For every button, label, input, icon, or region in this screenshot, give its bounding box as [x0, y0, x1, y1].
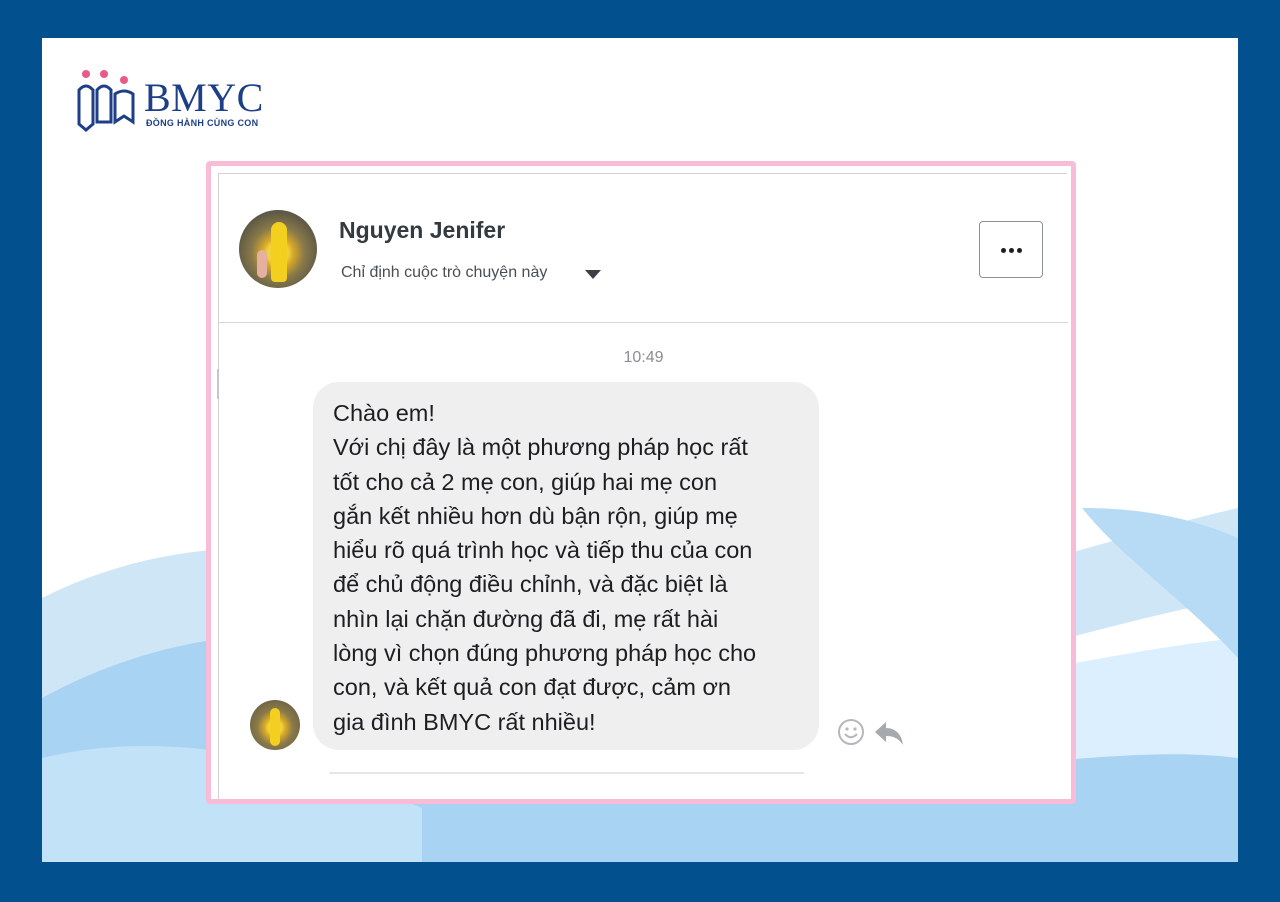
chat-screenshot-frame: Nguyen Jenifer Chỉ định cuộc trò chuyện … [206, 161, 1076, 804]
message-line: gắn kết nhiều hơn dù bận rộn, giúp mẹ [333, 502, 738, 529]
sender-avatar[interactable] [250, 700, 300, 750]
contact-name[interactable]: Nguyen Jenifer [339, 217, 505, 244]
more-options-button[interactable] [979, 221, 1043, 278]
message-line: Với chị đây là một phương pháp học rất [333, 434, 748, 461]
caret-down-icon[interactable] [585, 270, 601, 279]
assign-conversation-link[interactable]: Chỉ định cuộc trò chuyện này [341, 264, 547, 282]
smiley-react-icon[interactable] [837, 718, 865, 746]
next-message-edge [329, 772, 804, 774]
conversation-header: Nguyen Jenifer Chỉ định cuộc trò chuyện … [219, 174, 1068, 323]
message-line: để chủ động điều chỉnh, và đặc biệt là [333, 571, 728, 598]
chat-window: Nguyen Jenifer Chỉ định cuộc trò chuyện … [217, 173, 1068, 799]
contact-avatar[interactable] [239, 210, 317, 288]
message-line: tốt cho cả 2 mẹ con, giúp hai mẹ con [333, 468, 718, 495]
bmyc-logo: BMYC ĐỒNG HÀNH CÙNG CON [76, 68, 276, 138]
logo-wordmark: BMYC [144, 75, 264, 120]
message-timestamp: 10:49 [623, 349, 664, 366]
message-line: Chào em! [333, 400, 435, 426]
reply-arrow-icon[interactable] [874, 720, 904, 746]
message-line: lòng vì chọn đúng phương pháp học cho [333, 640, 757, 667]
message-bubble[interactable]: Chào em! Với chị đây là một phương pháp … [313, 382, 819, 750]
more-options-icon [1001, 248, 1006, 253]
message-line: nhìn lại chặn đường đã đi, mẹ rất hài [333, 605, 719, 632]
slide-canvas: BMYC ĐỒNG HÀNH CÙNG CON Nguyen Jenifer C… [42, 38, 1238, 862]
message-line: hiểu rõ quá trình học và tiếp thu của co… [333, 537, 753, 564]
message-line: con, và kết quả con đạt được, cảm ơn [333, 674, 731, 701]
logo-mark-icon [77, 70, 135, 132]
divider [217, 369, 219, 399]
logo-tagline: ĐỒNG HÀNH CÙNG CON [146, 118, 259, 128]
message-line: gia đình BMYC rất nhiều! [333, 708, 596, 735]
